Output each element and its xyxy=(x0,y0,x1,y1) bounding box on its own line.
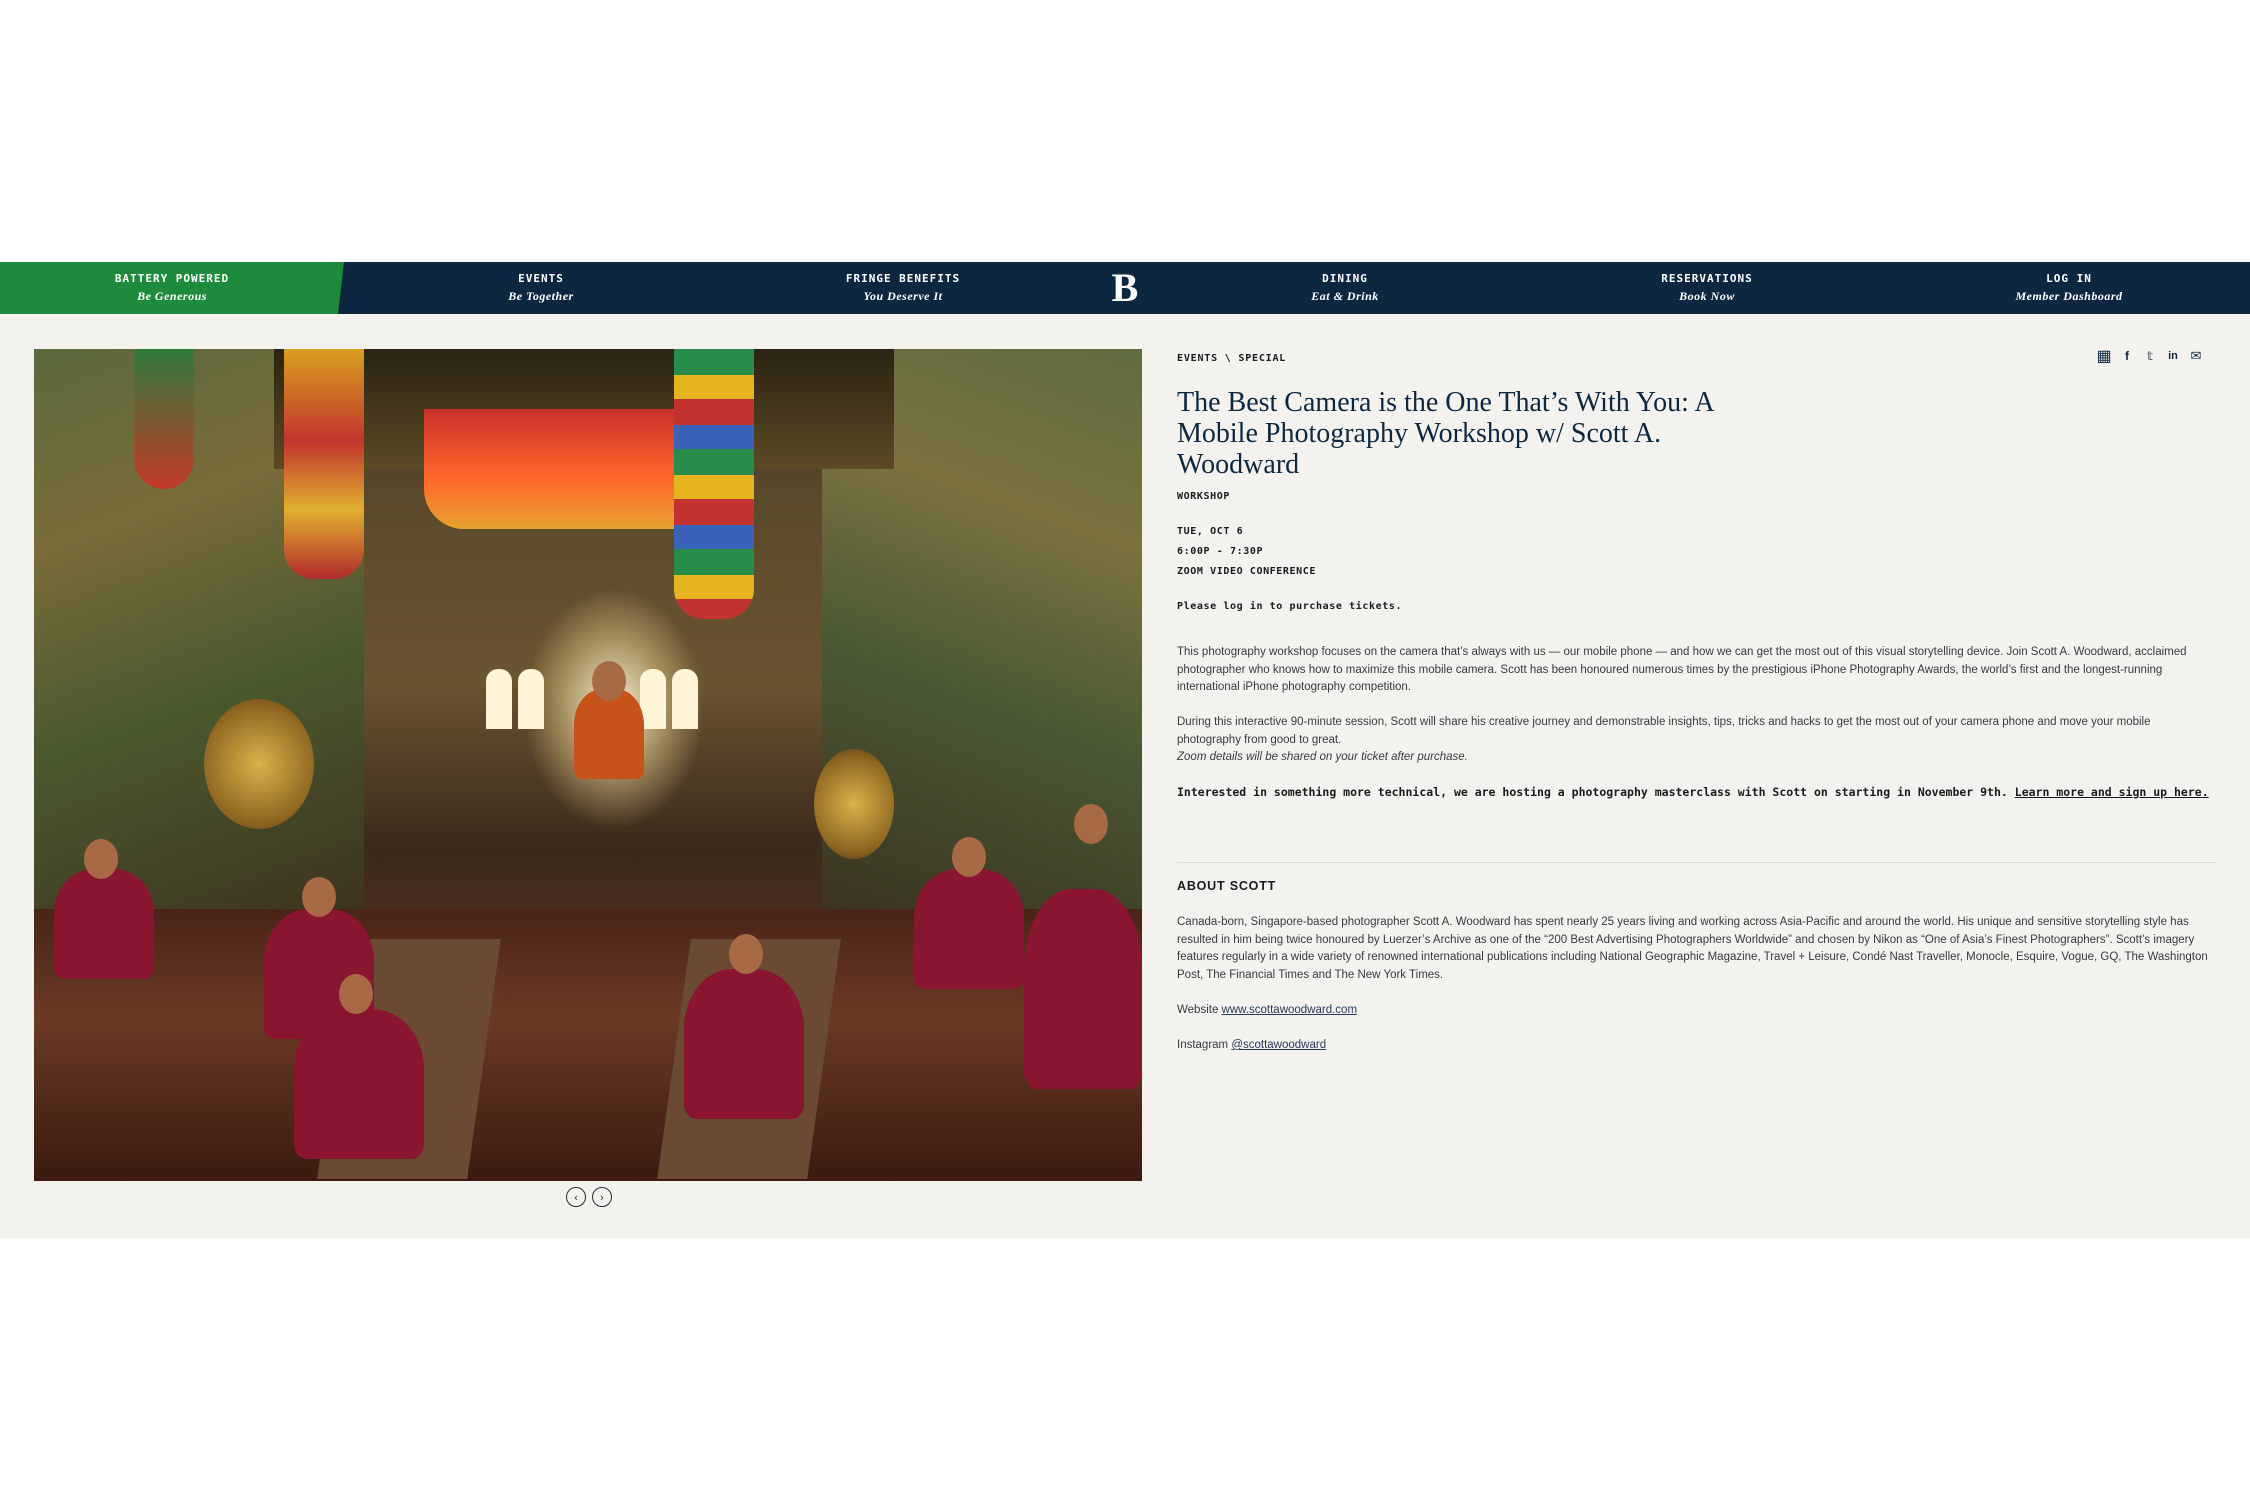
hanging-banner xyxy=(674,349,754,619)
share-icons: ▦ f 𝕥 in ✉ xyxy=(2096,348,2203,365)
about-heading: ABOUT SCOTT xyxy=(1177,879,1277,893)
facebook-icon[interactable]: f xyxy=(2120,349,2134,363)
nav-item-sublabel: Be Together xyxy=(508,289,574,303)
website-link[interactable]: www.scottawoodward.com xyxy=(1222,1004,1358,1016)
window-light xyxy=(486,669,512,729)
nav-item-reservations[interactable]: RESERVATIONS Book Now xyxy=(1577,262,1837,314)
website-row: Website www.scottawoodward.com xyxy=(1177,1002,2217,1020)
site-logo[interactable]: B xyxy=(1105,268,1145,308)
nav-item-sublabel: Be Generous xyxy=(137,289,207,303)
monk-head xyxy=(729,934,763,974)
nav-item-battery-powered[interactable]: BATTERY POWERED Be Generous xyxy=(42,262,302,314)
window-light xyxy=(672,669,698,729)
monk-figure xyxy=(54,869,154,979)
linkedin-icon[interactable]: in xyxy=(2166,349,2180,363)
event-date: TUE, OCT 6 xyxy=(1177,526,1244,537)
nav-item-label: EVENTS xyxy=(518,272,564,285)
instagram-link[interactable]: @scottawoodward xyxy=(1231,1039,1326,1051)
canopy xyxy=(424,409,714,529)
monk-head xyxy=(1074,804,1108,844)
breadcrumb[interactable]: EVENTS \ SPECIAL xyxy=(1177,353,1286,364)
nav-item-label: DINING xyxy=(1322,272,1368,285)
nav-item-sublabel: Member Dashboard xyxy=(2015,289,2123,303)
masterclass-text: Interested in something more technical, … xyxy=(1177,785,2015,799)
site-frame: BATTERY POWERED Be Generous EVENTS Be To… xyxy=(0,262,2250,1238)
nav-item-dining[interactable]: DINING Eat & Drink xyxy=(1215,262,1475,314)
monk-figure xyxy=(914,869,1024,989)
nav-item-sublabel: You Deserve It xyxy=(863,289,943,303)
event-description: During this interactive 90-minute sessio… xyxy=(1177,716,2151,746)
monk-head xyxy=(84,839,118,879)
instagram-label: Instagram xyxy=(1177,1039,1232,1051)
nav-item-label: BATTERY POWERED xyxy=(114,272,230,285)
twitter-icon[interactable]: 𝕥 xyxy=(2143,349,2157,363)
monk-head xyxy=(339,974,373,1014)
hanging-banner xyxy=(134,349,194,489)
hanging-banner xyxy=(284,349,364,579)
instagram-row: Instagram @scottawoodward xyxy=(1177,1037,2217,1055)
website-label: Website xyxy=(1177,1004,1222,1016)
event-category: WORKSHOP xyxy=(1177,491,1230,502)
window-light xyxy=(518,669,544,729)
main-nav: BATTERY POWERED Be Generous EVENTS Be To… xyxy=(0,262,2250,314)
masterclass-signup-link[interactable]: Learn more and sign up here. xyxy=(2015,785,2209,799)
monk-figure xyxy=(294,1009,424,1159)
chevron-left-icon: ‹ xyxy=(573,1190,579,1204)
nav-item-label: RESERVATIONS xyxy=(1661,272,1753,285)
carousel-prev-button[interactable]: ‹ xyxy=(566,1187,586,1207)
carousel-next-button[interactable]: › xyxy=(592,1187,612,1207)
calendar-icon[interactable]: ▦ xyxy=(2096,348,2111,365)
monk-figure xyxy=(574,689,644,779)
event-description: This photography workshop focuses on the… xyxy=(1177,646,2187,693)
email-icon[interactable]: ✉ xyxy=(2189,348,2203,363)
nav-item-log-in[interactable]: LOG IN Member Dashboard xyxy=(1939,262,2199,314)
drum xyxy=(204,699,314,829)
event-title: The Best Camera is the One That’s With Y… xyxy=(1177,387,1714,480)
gong xyxy=(814,749,894,859)
nav-item-fringe-benefits[interactable]: FRINGE BENEFITS You Deserve It xyxy=(773,262,1033,314)
nav-item-label: LOG IN xyxy=(2046,272,2092,285)
event-time: 6:00P - 7:30P xyxy=(1177,546,1264,557)
zoom-note: Zoom details will be shared on your tick… xyxy=(1177,751,1468,763)
monk-head xyxy=(952,837,986,877)
event-hero-image xyxy=(34,349,1142,1181)
login-to-purchase-note: Please log in to purchase tickets. xyxy=(1177,601,1403,612)
monk-head xyxy=(302,877,336,917)
event-location: ZOOM VIDEO CONFERENCE xyxy=(1177,566,1317,577)
nav-item-label: FRINGE BENEFITS xyxy=(845,272,961,285)
about-bio: Canada-born, Singapore-based photographe… xyxy=(1177,916,2208,981)
monk-figure xyxy=(684,969,804,1119)
monk-head xyxy=(592,661,626,701)
chevron-right-icon: › xyxy=(599,1190,605,1204)
nav-item-sublabel: Book Now xyxy=(1679,289,1735,303)
nav-item-events[interactable]: EVENTS Be Together xyxy=(411,262,671,314)
monk-figure xyxy=(1024,889,1142,1089)
window-light xyxy=(640,669,666,729)
masterclass-promo: Interested in something more technical, … xyxy=(1177,784,2217,802)
section-divider xyxy=(1177,862,2217,863)
nav-item-sublabel: Eat & Drink xyxy=(1311,289,1379,303)
